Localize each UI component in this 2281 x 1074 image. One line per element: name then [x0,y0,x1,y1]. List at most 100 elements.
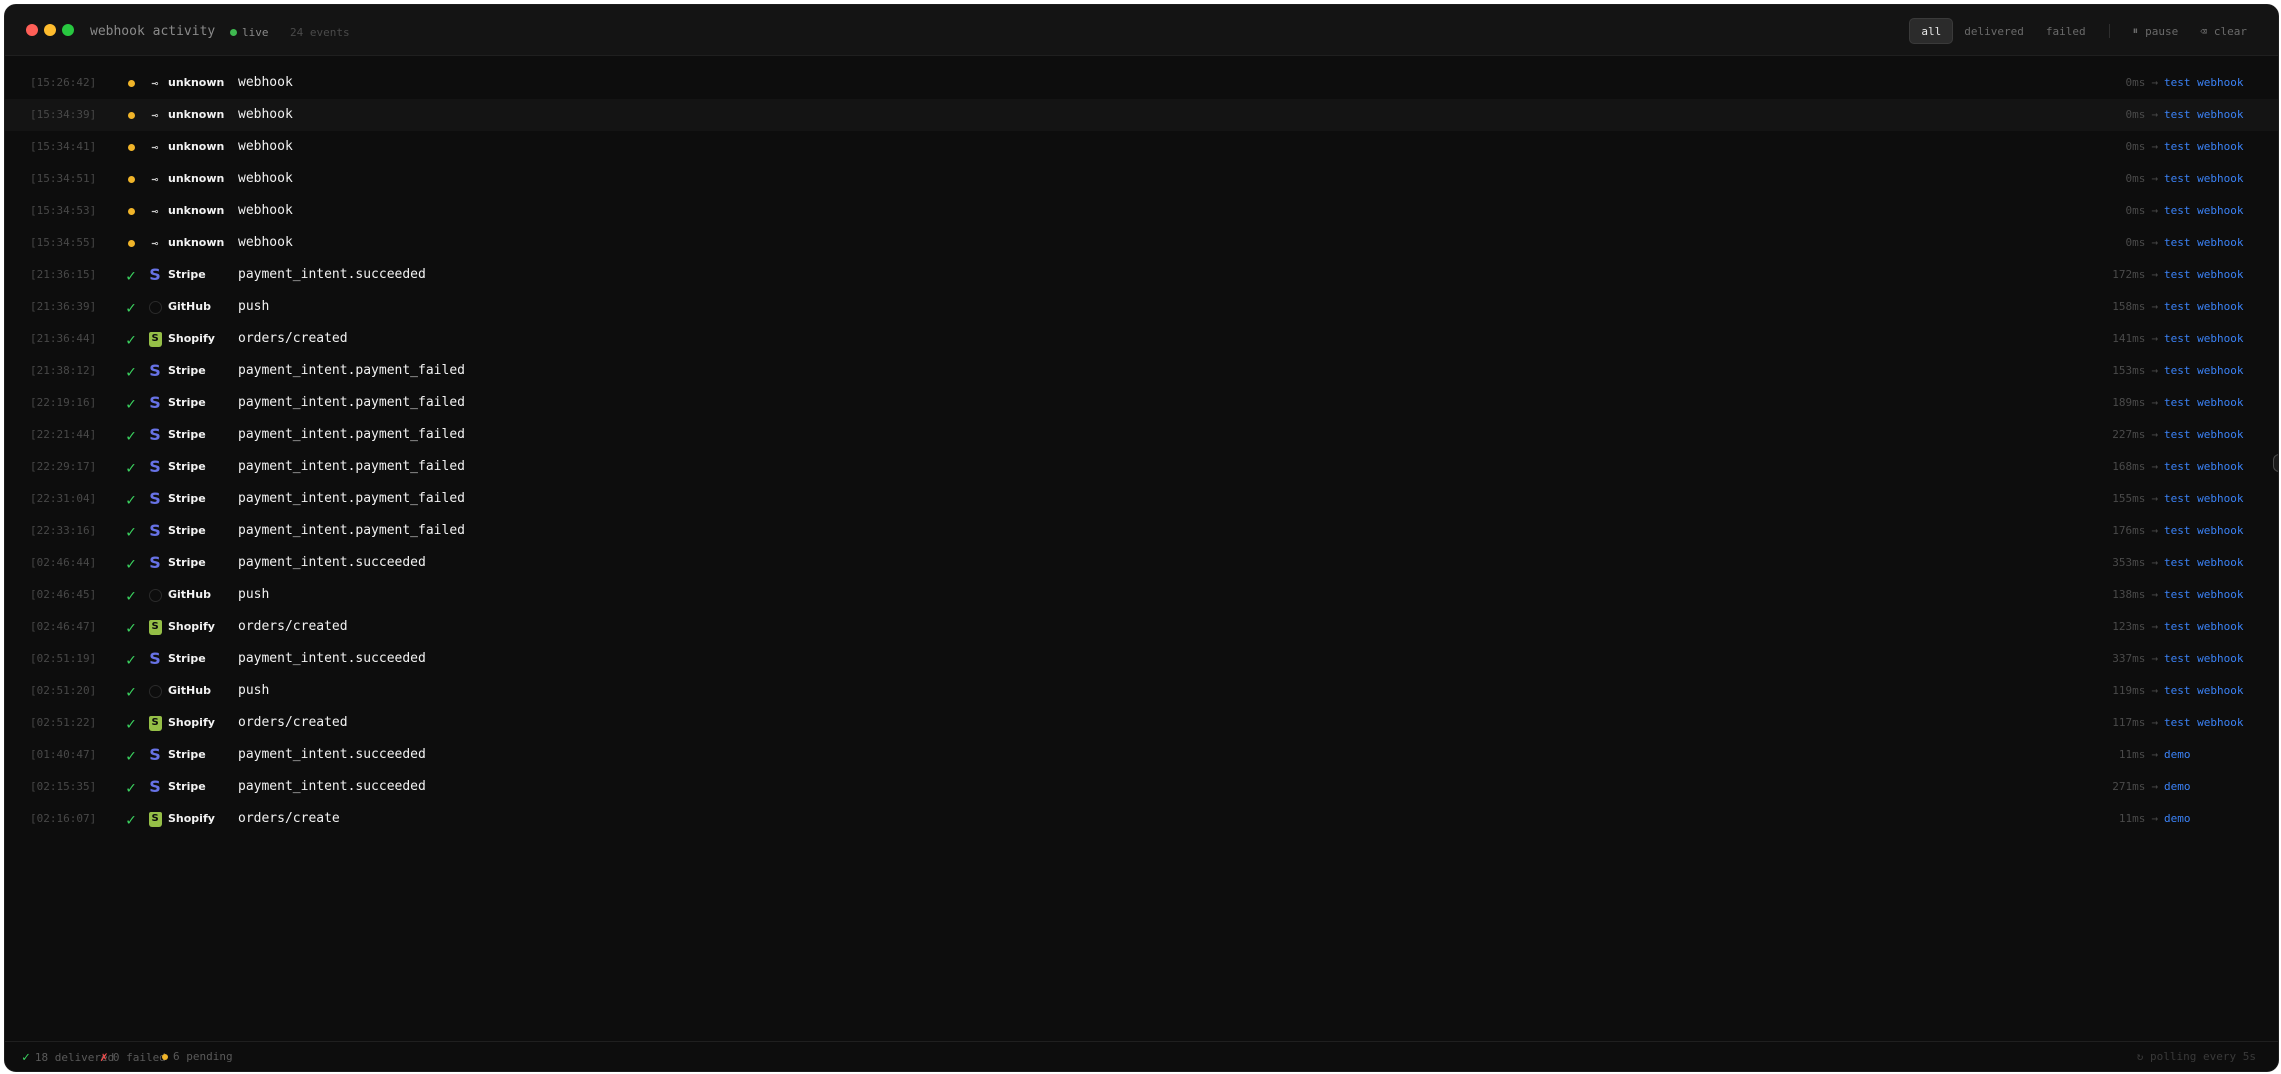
event-row[interactable]: [15:26:42] ⊸ unknown webhook 0ms → test webhoo… [5,67,2278,99]
event-status-indicator [123,105,139,125]
event-row[interactable]: [21:36:39] ✓ GitHub push 158ms → test webhook [5,291,2278,323]
event-destination-link[interactable]: demo [2164,780,2191,793]
event-row[interactable]: [15:34:51] ⊸ unknown webhook 0ms → test webhoo… [5,163,2278,195]
event-destination-link[interactable]: test webhook [2164,300,2243,313]
stripe-icon: S [147,459,163,475]
event-row[interactable]: [02:51:19] ✓ S Stripe payment_intent.succeed… [5,643,2278,675]
resize-handle[interactable] [2273,454,2278,472]
event-delivery: 11ms → demo [2119,748,2191,761]
event-destination-link[interactable]: test webhook [2164,524,2243,537]
event-row[interactable]: [02:51:20] ✓ GitHub push 119ms → test webhook [5,675,2278,707]
event-destination-link[interactable]: test webhook [2164,332,2243,345]
event-destination-link[interactable]: test webhook [2164,652,2243,665]
event-row[interactable]: [02:46:47] ✓ Shopify orders/created 123ms → te… [5,611,2278,643]
event-row[interactable]: [02:46:44] ✓ S Stripe payment_intent.succeed… [5,547,2278,579]
event-destination-link[interactable]: test webhook [2164,620,2243,633]
event-row[interactable]: [15:34:55] ⊸ unknown webhook 0ms → test webhoo… [5,227,2278,259]
event-destination-link[interactable]: test webhook [2164,76,2243,89]
event-row[interactable]: [02:15:35] ✓ S Stripe payment_intent.succeed… [5,771,2278,803]
event-source: Stripe [168,428,206,441]
minimize-window-button[interactable] [44,24,56,36]
event-destination-link[interactable]: test webhook [2164,588,2243,601]
title-bar: webhook activity live 24 events all deli… [5,5,2278,56]
event-row[interactable]: [22:31:04] ✓ S Stripe payment_intent.payment… [5,483,2278,515]
event-destination-link[interactable]: test webhook [2164,140,2243,153]
arrow-right-icon: → [2151,364,2158,377]
event-row[interactable]: [02:16:07] ✓ Shopify orders/create 11ms → demo [5,803,2278,835]
event-status-indicator: ✓ [123,681,139,701]
filter-bar: all delivered failed ⏸ pause ⌫ clear [1909,18,2258,44]
event-destination-link[interactable]: test webhook [2164,236,2243,249]
event-row[interactable]: [15:34:41] ⊸ unknown webhook 0ms → test webhoo… [5,131,2278,163]
event-source: Shopify [168,332,215,345]
event-row[interactable]: [22:29:17] ✓ S Stripe payment_intent.payment… [5,451,2278,483]
event-destination-link[interactable]: test webhook [2164,556,2243,569]
shopify-icon [147,811,163,827]
stripe-icon-glyph: S [149,745,161,764]
event-timestamp: [15:26:42] [30,76,97,89]
event-row[interactable]: [21:38:12] ✓ S Stripe payment_intent.payment… [5,355,2278,387]
arrow-right-icon: → [2151,780,2158,793]
event-status-indicator: ✓ [123,393,139,413]
event-timestamp: [22:33:16] [30,524,97,537]
filter-delivered-button[interactable]: delivered [1953,18,2035,44]
event-destination-link[interactable]: test webhook [2164,716,2243,729]
event-destination-link[interactable]: test webhook [2164,492,2243,505]
event-delivery: 337ms → test webhook [2112,652,2243,665]
event-timestamp: [22:19:16] [30,396,97,409]
event-row[interactable]: [21:36:44] ✓ Shopify orders/created 141ms → te… [5,323,2278,355]
event-row[interactable]: [22:33:16] ✓ S Stripe payment_intent.payment… [5,515,2278,547]
event-destination-link[interactable]: test webhook [2164,268,2243,281]
stripe-icon-glyph: S [149,489,161,508]
event-type: payment_intent.succeeded [238,747,426,762]
live-label: live [242,26,269,39]
stripe-icon: S [147,651,163,667]
filter-all-button[interactable]: all [1909,18,1954,44]
close-window-button[interactable] [26,24,38,36]
event-row[interactable]: [02:46:45] ✓ GitHub push 138ms → test webhook [5,579,2278,611]
event-source: Stripe [168,652,206,665]
event-source: unknown [168,76,225,89]
event-duration: 117ms [2112,716,2146,729]
event-row[interactable]: [22:19:16] ✓ S Stripe payment_intent.payment… [5,387,2278,419]
event-row[interactable]: [15:34:39] ⊸ unknown webhook 0ms → test webhoo… [5,99,2278,131]
live-dot-icon [230,29,237,36]
event-source: Stripe [168,780,206,793]
pause-button[interactable]: ⏸ pause [2122,18,2190,44]
event-duration: 138ms [2112,588,2146,601]
event-destination-link[interactable]: test webhook [2164,460,2243,473]
event-destination-link[interactable]: test webhook [2164,396,2243,409]
filter-failed-button[interactable]: failed [2035,18,2097,44]
maximize-window-button[interactable] [62,24,74,36]
event-row[interactable]: [01:40:47] ✓ S Stripe payment_intent.succeed… [5,739,2278,771]
clear-button[interactable]: ⌫ clear [2189,18,2258,44]
webhook-activity-window: webhook activity live 24 events all deli… [4,4,2279,1072]
event-duration: 11ms [2118,812,2146,825]
event-destination-link[interactable]: test webhook [2164,172,2243,185]
event-row[interactable]: [02:51:22] ✓ Shopify orders/created 117ms → te… [5,707,2278,739]
unknown-arrow-icon: ⊸ [147,171,163,187]
event-row[interactable]: [21:36:15] ✓ S Stripe payment_intent.succeed… [5,259,2278,291]
event-source: unknown [168,236,225,249]
event-source: Stripe [168,524,206,537]
event-destination-link[interactable]: test webhook [2164,428,2243,441]
event-row[interactable]: [15:34:53] ⊸ unknown webhook 0ms → test webhoo… [5,195,2278,227]
event-status-indicator: ✓ [123,361,139,381]
event-destination-link[interactable]: demo [2164,812,2191,825]
arrow-right-icon: → [2151,652,2158,665]
event-destination-link[interactable]: test webhook [2164,364,2243,377]
arrow-icon-glyph: ⊸ [151,108,159,122]
event-destination-link[interactable]: test webhook [2164,204,2243,217]
event-duration: 0ms [2125,204,2146,217]
event-destination-link[interactable]: test webhook [2164,684,2243,697]
event-status-indicator: ✓ [123,425,139,445]
event-duration: 168ms [2112,460,2146,473]
event-destination-link[interactable]: demo [2164,748,2191,761]
event-destination-link[interactable]: test webhook [2164,108,2243,121]
filter-divider [2108,24,2110,38]
delivered-check-icon: ✓ [126,777,136,797]
arrow-icon-glyph: ⊸ [151,236,159,250]
event-duration: 271ms [2112,780,2146,793]
event-source: Shopify [168,812,215,825]
event-row[interactable]: [22:21:44] ✓ S Stripe payment_intent.payment… [5,419,2278,451]
